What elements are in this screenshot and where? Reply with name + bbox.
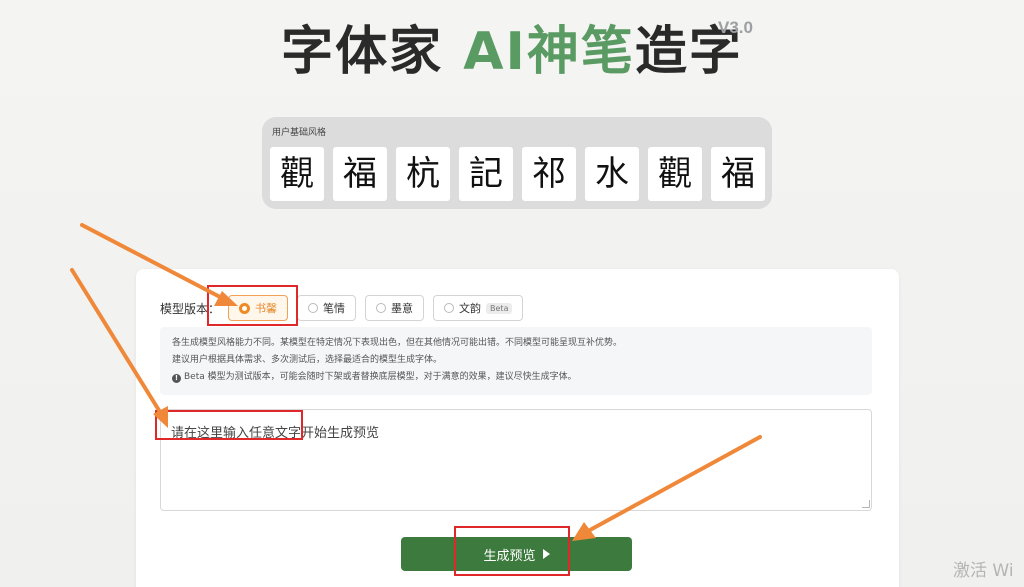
arrow-to-model-option bbox=[80, 223, 238, 306]
activation-watermark: 激活 Wi bbox=[953, 561, 1014, 581]
arrow-to-input-text bbox=[70, 268, 168, 428]
annotation-arrows bbox=[70, 223, 762, 541]
arrow-to-generate-button bbox=[572, 435, 762, 541]
